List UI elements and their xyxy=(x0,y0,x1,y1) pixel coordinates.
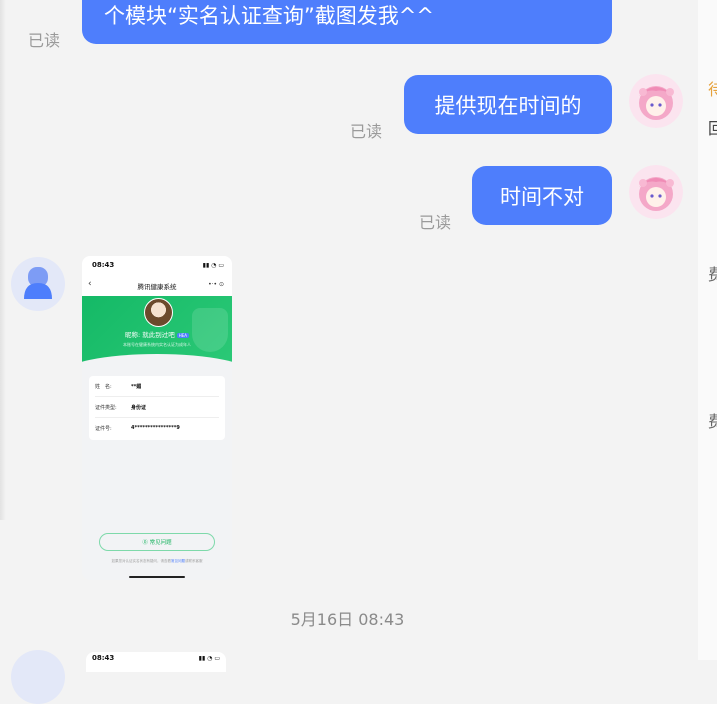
status-icons: ▮▮ ◔ ▭ xyxy=(198,655,220,662)
read-status: 已读 xyxy=(419,213,452,232)
right-side-panel: 待 回 费 费 xyxy=(698,0,717,660)
message-timestamp: 5月16日 08:43 xyxy=(290,610,405,629)
message-text: 时间不对 xyxy=(500,184,584,209)
field-label: 姓 名: xyxy=(95,383,112,390)
profile-photo xyxy=(144,298,173,327)
footer-note: 如果您对认证实名状态有疑问，请查看常见问题或联系客服 xyxy=(82,559,232,564)
side-text: 回 xyxy=(708,119,717,138)
field-label: 证件类型: xyxy=(95,404,117,411)
nickname: 昵称: 就此别过吧 HEA xyxy=(82,329,232,339)
window-edge xyxy=(0,0,6,520)
tag-badge: HEA xyxy=(176,333,190,338)
image-message[interactable]: 08:43 ▮▮ ◔ ▭ ‹ 腾讯健康系统 •·• ⊙ 昵称: 就此别过吧 HEA… xyxy=(82,256,232,580)
footer-text: 如果您对认证实名状态有疑问，请查看 xyxy=(111,559,172,563)
message-bubble[interactable]: 个模块“实名认证查询”截图发我^^ xyxy=(82,0,612,44)
footer-text: 或联系客服 xyxy=(185,559,203,563)
side-text: 待 xyxy=(708,80,717,99)
phone-status-bar: 08:43 ▮▮ ◔ ▭ xyxy=(82,256,232,276)
field-label: 证件号: xyxy=(95,425,112,432)
side-text: 费 xyxy=(708,265,717,284)
read-status: 已读 xyxy=(28,31,61,50)
verified-subtitle: 本账号在健康系统内实名认证为成年人 xyxy=(123,342,191,347)
read-status: 已读 xyxy=(350,122,383,141)
phone-nav-bar: ‹ 腾讯健康系统 •·• ⊙ xyxy=(82,276,232,296)
status-time: 08:43 xyxy=(92,654,115,662)
field-value: **媚 xyxy=(131,383,142,390)
more-icon: •·• ⊙ xyxy=(208,281,224,288)
info-row: 证件号: 4****************9 xyxy=(95,418,219,438)
nickname-text: 昵称: 就此别过吧 xyxy=(124,331,175,339)
message-bubble[interactable]: 提供现在时间的 xyxy=(404,75,612,134)
status-icons: ▮▮ ◔ ▭ xyxy=(202,262,224,269)
contact-avatar[interactable] xyxy=(11,257,65,311)
user-avatar[interactable] xyxy=(629,165,683,219)
message-text: 个模块“实名认证查询”截图发我^^ xyxy=(104,4,434,28)
side-text: 费 xyxy=(708,412,717,431)
message-bubble[interactable]: 时间不对 xyxy=(472,166,612,225)
info-row: 姓 名: **媚 xyxy=(95,376,219,397)
info-card: 姓 名: **媚 证件类型: 身份证 证件号: 4***************… xyxy=(89,376,225,440)
faq-button: ⓪ 常见问题 xyxy=(99,533,215,551)
footer-link: 常见问题 xyxy=(171,559,185,563)
status-time: 08:43 xyxy=(92,261,115,269)
image-message[interactable]: 08:43 ▮▮ ◔ ▭ xyxy=(86,652,226,672)
home-indicator xyxy=(129,576,185,578)
field-value: 4****************9 xyxy=(131,425,180,431)
user-avatar[interactable] xyxy=(629,74,683,128)
info-row: 证件类型: 身份证 xyxy=(95,397,219,418)
contact-avatar[interactable] xyxy=(11,650,65,704)
message-text: 提供现在时间的 xyxy=(434,93,582,118)
field-value: 身份证 xyxy=(131,404,147,411)
